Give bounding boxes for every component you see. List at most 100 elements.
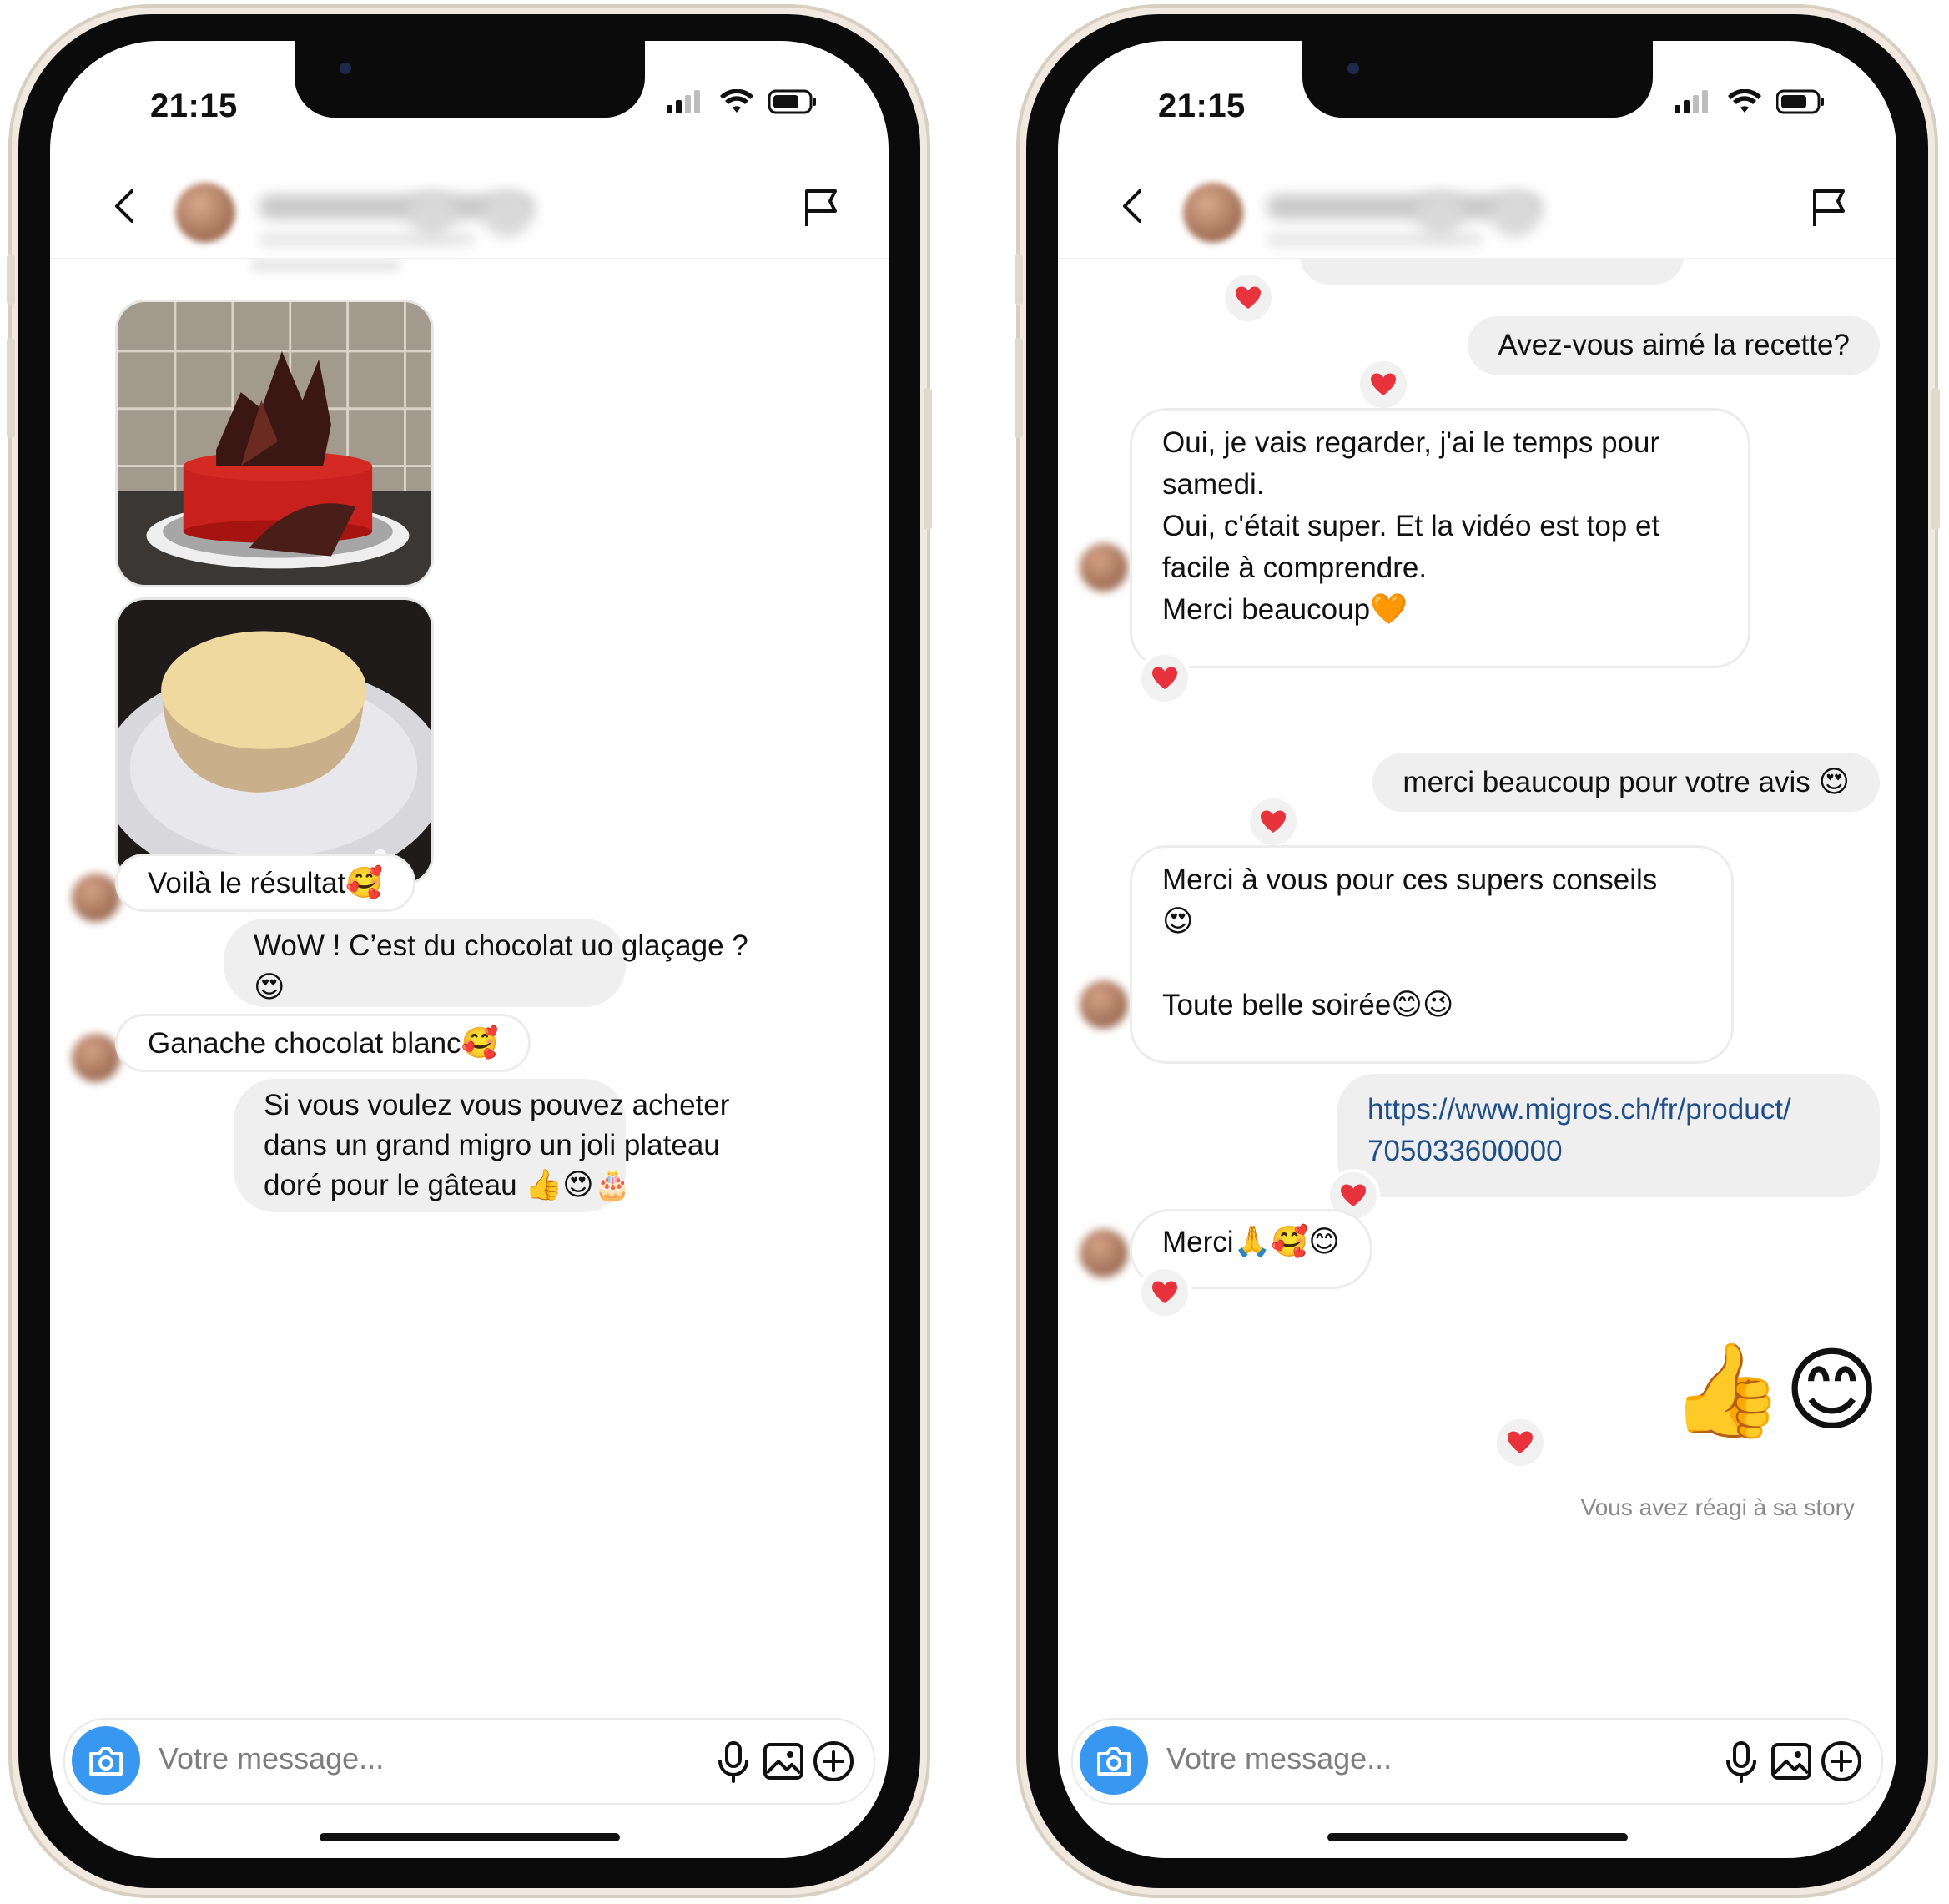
contact-avatar[interactable] (175, 183, 235, 243)
message-thread[interactable]: Voilà le résultat🥰 WoW ! C’est du chocol… (50, 259, 889, 1715)
message-text: Si vous voulez vous pouvez acheter (264, 1089, 730, 1121)
outgoing-message[interactable]: Si vous voulez vous pouvez acheter dans … (234, 1079, 730, 1212)
message-thread[interactable]: Avez-vous aimé la recette? Oui, je vais … (1058, 259, 1896, 1715)
cake-photo[interactable] (115, 300, 434, 587)
message-emoji: 😍 (1162, 904, 1194, 939)
flag-icon[interactable] (1805, 183, 1855, 233)
camera-icon (89, 1747, 123, 1776)
contact-avatar-small (1080, 980, 1128, 1029)
heart-icon (1236, 286, 1261, 309)
outgoing-message[interactable]: merci beaucoup pour votre avis 😍 (1372, 753, 1880, 812)
message-spacer (1162, 943, 1701, 985)
outgoing-message[interactable]: WoW ! C’est du chocolat uo glaçage ? 😍 (224, 919, 748, 1007)
chat-header (50, 158, 889, 259)
message-text: Merci à vous pour ces supers conseils (1162, 864, 1658, 896)
call-icon[interactable] (1417, 191, 1463, 238)
message-text: WoW ! C’est du chocolat uo glaçage ? (254, 929, 748, 962)
side-button (1931, 388, 1940, 530)
screen: 21:15 Avez-vous aimé la recette? Oui, je… (1058, 41, 1896, 1858)
incoming-message[interactable]: Merci à vous pour ces supers conseils 😍 … (1130, 845, 1734, 1064)
wifi-icon (1728, 89, 1761, 113)
battery-icon (768, 89, 816, 114)
heart-icon (1261, 810, 1286, 833)
wifi-icon (720, 89, 753, 113)
camera-button[interactable] (72, 1726, 140, 1795)
heart-reaction[interactable] (1246, 795, 1300, 849)
battery-icon (1776, 89, 1824, 114)
message-emoji: 😍 (254, 970, 285, 1005)
back-icon[interactable] (1111, 184, 1155, 228)
status-icons (667, 89, 817, 114)
message-text: Merci (1162, 1226, 1234, 1258)
outgoing-message-partial[interactable] (1300, 259, 1684, 285)
contact-avatar-small (72, 874, 120, 922)
heart-icon (1152, 1281, 1177, 1303)
heart-reaction[interactable] (1138, 652, 1191, 705)
video-icon[interactable] (1492, 191, 1539, 238)
chat-header (1058, 158, 1896, 259)
message-emoji: 🙏🥰😊 (1233, 1225, 1340, 1259)
side-button (1015, 338, 1023, 438)
camera-button[interactable] (1080, 1726, 1148, 1795)
message-emoji: 🥰 (345, 866, 384, 900)
message-text: Avez-vous aimé la recette? (1498, 329, 1850, 361)
message-text: Toute belle soirée (1162, 989, 1392, 1021)
image-icon[interactable] (760, 1738, 807, 1785)
image-icon[interactable] (1768, 1738, 1815, 1785)
contact-avatar[interactable] (1183, 183, 1243, 243)
side-button (7, 338, 15, 438)
camera-icon (1097, 1747, 1131, 1776)
contact-avatar-small (1080, 543, 1128, 592)
phone-left: 21:15 Voilà le résultat🥰 WoW ! C’est du … (7, 4, 932, 1898)
video-icon[interactable] (484, 191, 531, 238)
message-input[interactable]: Votre message... (1166, 1741, 1392, 1776)
large-emoji-message[interactable]: 👍😊 (1669, 1336, 1880, 1444)
message-link[interactable]: https://www.migros.ch/fr/product/ (1367, 1089, 1850, 1131)
call-icon[interactable] (409, 191, 456, 238)
back-icon[interactable] (103, 184, 147, 228)
contact-avatar-small (72, 1034, 120, 1082)
heart-icon (1508, 1431, 1533, 1453)
microphone-icon[interactable] (710, 1738, 757, 1785)
flag-icon[interactable] (797, 183, 847, 233)
message-text: merci beaucoup pour votre avis (1403, 766, 1811, 798)
outgoing-link-message[interactable]: https://www.migros.ch/fr/product/ 705033… (1337, 1074, 1880, 1197)
message-emoji: 🧡 (1370, 592, 1408, 627)
contact-avatar-small (1080, 1229, 1128, 1277)
timestamp-blurred (250, 259, 400, 271)
incoming-message[interactable]: Voilà le résultat🥰 (115, 854, 416, 912)
message-composer: Votre message... (63, 1718, 875, 1805)
story-reaction-note: Vous avez réagi à sa story (1580, 1494, 1855, 1520)
message-input[interactable]: Votre message... (159, 1741, 384, 1776)
message-text: Ganache chocolat blanc (148, 1027, 461, 1060)
heart-reaction[interactable] (1138, 1266, 1191, 1319)
heart-reaction[interactable] (1357, 358, 1410, 411)
heart-icon (1371, 373, 1396, 395)
outgoing-message[interactable]: Avez-vous aimé la recette? (1468, 316, 1880, 375)
message-text: doré pour le gâteau (264, 1169, 517, 1201)
message-text: facile à comprendre. (1162, 552, 1428, 584)
message-text: Oui, je vais regarder, j'ai le temps pou… (1162, 426, 1660, 459)
message-composer: Votre message... (1071, 1718, 1883, 1805)
plus-icon[interactable] (810, 1738, 857, 1785)
message-emoji: 👍😍🎂 (525, 1168, 632, 1202)
home-indicator (1327, 1833, 1628, 1841)
heart-reaction[interactable] (1221, 271, 1275, 325)
home-indicator (319, 1833, 620, 1841)
message-text: samedi. (1162, 468, 1265, 501)
status-time: 21:15 (150, 88, 238, 124)
side-button (924, 388, 932, 530)
microphone-icon[interactable] (1718, 1738, 1765, 1785)
signal-icon (667, 90, 700, 113)
heart-icon (1152, 667, 1177, 689)
cake-photo[interactable] (115, 597, 434, 885)
plus-icon[interactable] (1818, 1738, 1865, 1785)
message-link[interactable]: 705033600000 (1367, 1131, 1850, 1172)
status-time: 21:15 (1158, 88, 1246, 124)
signal-icon (1675, 90, 1708, 113)
side-button (1015, 254, 1023, 305)
message-emoji: 🥰 (461, 1026, 499, 1060)
incoming-message[interactable]: Ganache chocolat blanc🥰 (115, 1014, 531, 1072)
heart-reaction[interactable] (1493, 1416, 1547, 1469)
incoming-message[interactable]: Oui, je vais regarder, j'ai le temps pou… (1130, 408, 1750, 668)
